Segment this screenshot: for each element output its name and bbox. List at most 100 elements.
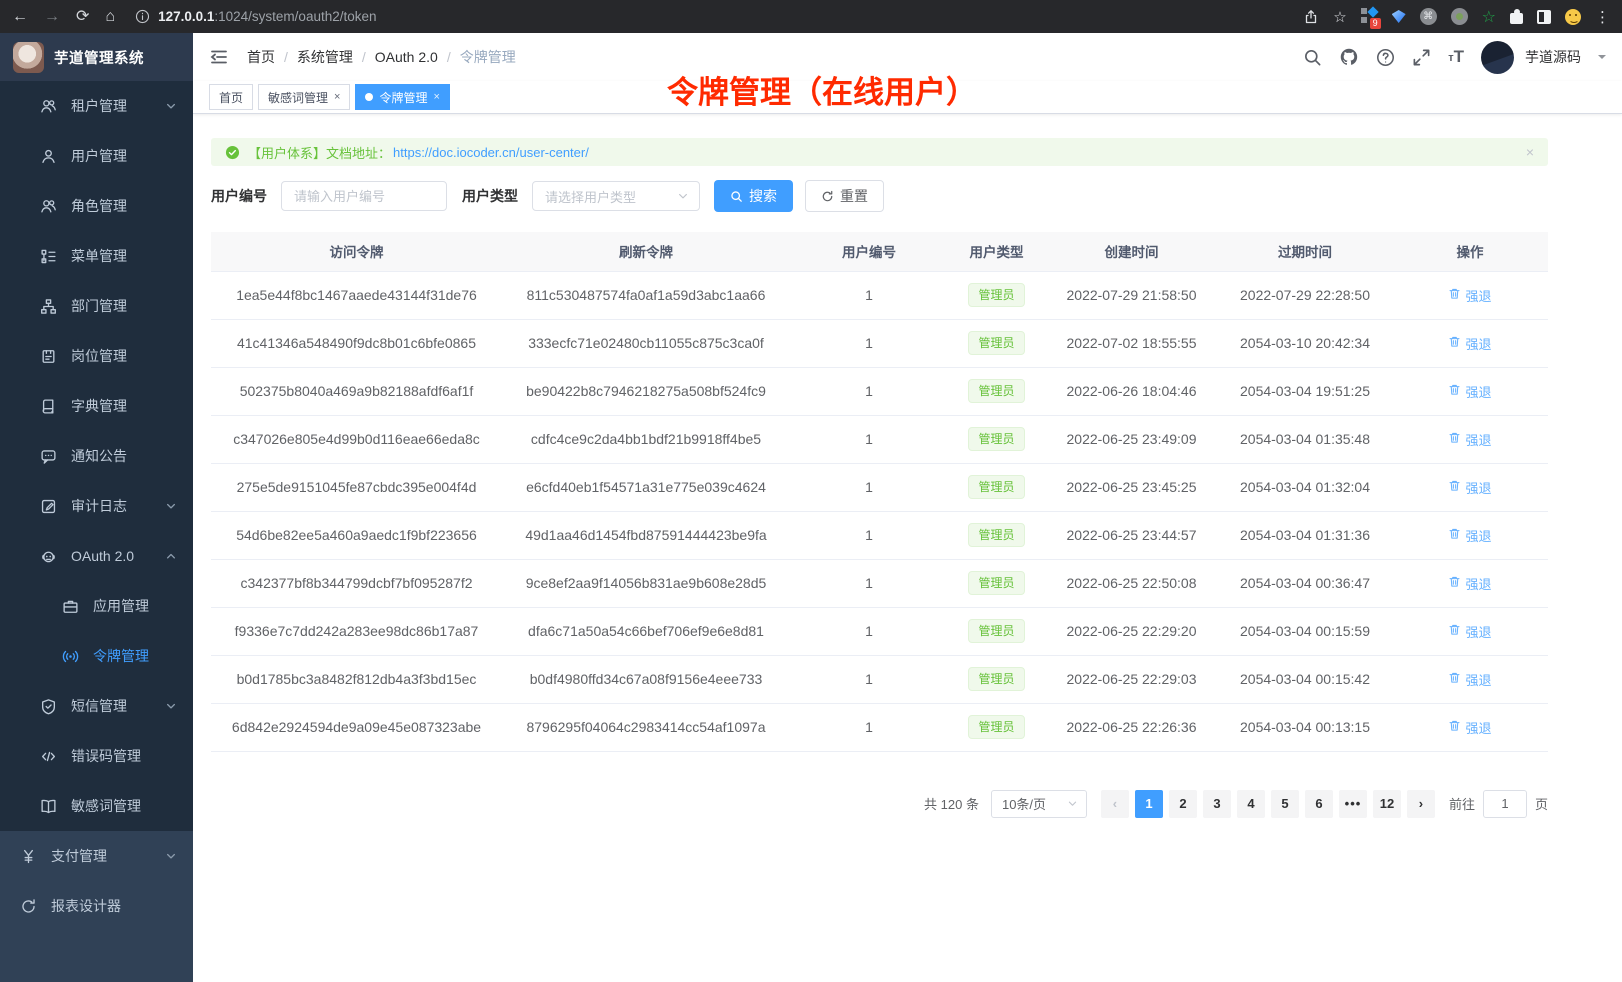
force-logout-button[interactable]: 强退	[1448, 670, 1491, 689]
token-icon	[62, 648, 79, 665]
access-token-cell: c347026e805e4d99b0d116eae66eda8c	[211, 415, 502, 463]
username[interactable]: 芋道源码	[1525, 47, 1581, 67]
force-logout-button[interactable]: 强退	[1448, 574, 1491, 593]
breadcrumb-item[interactable]: 系统管理	[297, 47, 353, 67]
prev-page-button[interactable]: ‹	[1101, 790, 1129, 818]
sidebar-item-role[interactable]: 角色管理	[0, 181, 193, 231]
command-extension-icon[interactable]: ⌘	[1420, 8, 1437, 25]
alert-close-icon[interactable]: ×	[1526, 144, 1534, 160]
sidebar-item-dept[interactable]: 部门管理	[0, 281, 193, 331]
address-bar[interactable]: 127.0.0.1:1024/system/oauth2/token	[135, 9, 1291, 24]
access-token-cell: 6d842e2924594de9a09e45e087323abe	[211, 703, 502, 751]
collapse-sidebar-icon[interactable]	[209, 47, 229, 67]
github-icon[interactable]	[1339, 47, 1359, 67]
expire-time-cell: 2054-03-10 20:42:34	[1218, 319, 1392, 367]
page-button-5[interactable]: 5	[1271, 790, 1299, 818]
doc-link[interactable]: https://doc.iocoder.cn/user-center/	[393, 145, 589, 160]
page-ellipsis[interactable]: •••	[1339, 790, 1367, 818]
browser-menu-icon[interactable]: ⋮	[1595, 8, 1610, 26]
user-caret-down-icon[interactable]	[1598, 55, 1606, 63]
sidebar-item-audit-log[interactable]: 审计日志	[0, 481, 193, 531]
url-text: 127.0.0.1:1024/system/oauth2/token	[158, 9, 376, 24]
browser-back-icon[interactable]: ←	[12, 9, 28, 25]
page-button-1[interactable]: 1	[1135, 790, 1163, 818]
browser-forward-icon[interactable]: →	[44, 9, 60, 25]
sidebar-item-tenant[interactable]: 租户管理	[0, 81, 193, 131]
breadcrumb-item[interactable]: 首页	[247, 47, 275, 67]
page-button-2[interactable]: 2	[1169, 790, 1197, 818]
sidebar-item-menu[interactable]: 菜单管理	[0, 231, 193, 281]
force-logout-label: 强退	[1465, 670, 1491, 689]
bookmark-star-icon[interactable]: ☆	[1333, 8, 1346, 26]
force-logout-button[interactable]: 强退	[1448, 526, 1491, 545]
tab-close-icon[interactable]: ×	[334, 91, 340, 103]
column-header: 操作	[1392, 232, 1548, 271]
star-extension-icon[interactable]: ☆	[1482, 7, 1496, 27]
sidebar-item-error-code[interactable]: 错误码管理	[0, 731, 193, 781]
share-icon[interactable]	[1303, 9, 1319, 25]
fullscreen-icon[interactable]	[1412, 48, 1431, 67]
user-avatar[interactable]	[1481, 41, 1514, 74]
force-logout-button[interactable]: 强退	[1448, 430, 1491, 449]
force-logout-button[interactable]: 强退	[1448, 478, 1491, 497]
browser-home-icon[interactable]: ⌂	[105, 9, 115, 25]
help-icon[interactable]	[1376, 48, 1395, 67]
site-info-icon[interactable]	[135, 9, 150, 24]
force-logout-button[interactable]: 强退	[1448, 334, 1491, 353]
sidebar-item-oauth2-app[interactable]: 应用管理	[0, 581, 193, 631]
user-type-select[interactable]: 请选择用户类型	[532, 181, 700, 211]
sidebar-item-sms[interactable]: 短信管理	[0, 681, 193, 731]
force-logout-button[interactable]: 强退	[1448, 382, 1491, 401]
expire-time-cell: 2022-07-29 22:28:50	[1218, 271, 1392, 319]
user-icon	[40, 148, 57, 165]
sidebar-item-sensitive-word[interactable]: 敏感词管理	[0, 781, 193, 831]
extension-grid-icon[interactable]: 9	[1361, 8, 1378, 25]
page-size-select[interactable]: 10条/页	[991, 790, 1087, 818]
sidebar-item-label: 部门管理	[71, 296, 127, 316]
force-logout-button[interactable]: 强退	[1448, 622, 1491, 641]
sidebar-item-oauth2-token[interactable]: 令牌管理	[0, 631, 193, 681]
sidebar-item-label: 短信管理	[71, 696, 127, 716]
create-time-cell: 2022-06-25 23:49:09	[1045, 415, 1218, 463]
refresh-token-cell: 8796295f04064c2983414cc54af1097a	[502, 703, 790, 751]
page-button-6[interactable]: 6	[1305, 790, 1333, 818]
chevron-down-icon	[165, 850, 177, 862]
extensions-puzzle-icon[interactable]	[1510, 13, 1523, 24]
tab-home[interactable]: 首页	[209, 84, 253, 110]
user-type-badge: 管理员	[968, 619, 1024, 643]
sidebar-item-label: 应用管理	[93, 596, 149, 616]
sidebar-item-oauth2[interactable]: OAuth 2.0	[0, 531, 193, 581]
search-icon[interactable]	[1303, 48, 1322, 67]
reset-button[interactable]: 重置	[805, 180, 884, 212]
tab-sensitive-word[interactable]: 敏感词管理×	[258, 84, 350, 110]
sidebar-item-post[interactable]: 岗位管理	[0, 331, 193, 381]
user-type-cell: 管理员	[948, 655, 1045, 703]
table-row: b0d1785bc3a8482f812db4a3f3bd15ecb0df4980…	[211, 655, 1548, 703]
search-button[interactable]: 搜索	[714, 180, 793, 212]
goto-page-input[interactable]	[1483, 790, 1527, 818]
app-logo[interactable]: 芋道管理系统	[0, 33, 193, 81]
chevron-down-icon	[165, 700, 177, 712]
page-button-3[interactable]: 3	[1203, 790, 1231, 818]
split-view-icon[interactable]	[1537, 10, 1551, 24]
profile-avatar-icon[interactable]	[1565, 9, 1581, 25]
force-logout-button[interactable]: 强退	[1448, 718, 1491, 737]
next-page-button[interactable]: ›	[1407, 790, 1435, 818]
recorder-extension-icon[interactable]	[1451, 8, 1468, 25]
user-id-input[interactable]	[281, 181, 447, 211]
browser-reload-icon[interactable]: ⟳	[76, 9, 89, 25]
sidebar-item-user[interactable]: 用户管理	[0, 131, 193, 181]
sidebar-item-notice[interactable]: 通知公告	[0, 431, 193, 481]
gem-extension-icon[interactable]	[1392, 10, 1406, 23]
force-logout-button[interactable]: 强退	[1448, 286, 1491, 305]
trash-icon	[1448, 623, 1461, 639]
page-button-12[interactable]: 12	[1373, 790, 1401, 818]
sidebar-item-pay[interactable]: 支付管理	[0, 831, 193, 881]
sidebar-item-dict[interactable]: 字典管理	[0, 381, 193, 431]
tab-token[interactable]: 令牌管理×	[355, 84, 449, 110]
tab-close-icon[interactable]: ×	[433, 91, 439, 103]
font-size-icon[interactable]: тT	[1448, 50, 1464, 64]
sidebar-item-report-designer[interactable]: 报表设计器	[0, 881, 193, 931]
breadcrumb-item[interactable]: OAuth 2.0	[375, 49, 438, 65]
page-button-4[interactable]: 4	[1237, 790, 1265, 818]
